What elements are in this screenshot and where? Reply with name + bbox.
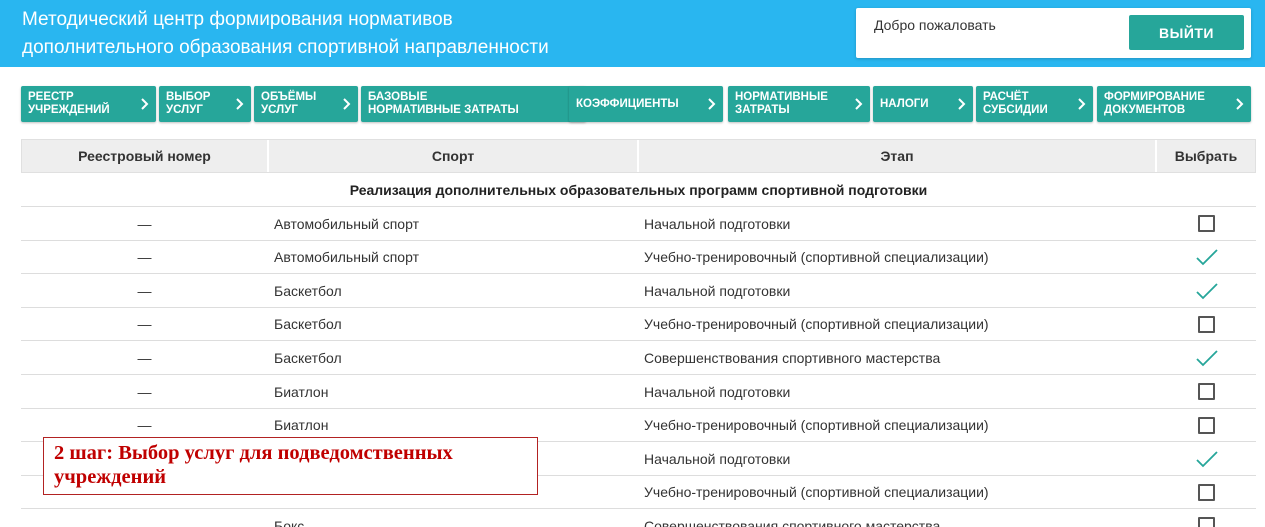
stage-cell: Совершенствования спортивного мастерства [644,517,941,527]
select-checkbox[interactable] [1198,215,1215,232]
stage-cell: Начальной подготовки [644,215,791,232]
nav-step-label: ФОРМИРОВАНИЕ ДОКУМЕНТОВ [1104,91,1205,116]
nav-step-label: БАЗОВЫЕ НОРМАТИВНЫЕ ЗАТРАТЫ [368,91,519,116]
stage-cell: Начальной подготовки [644,450,791,467]
welcome-text: Добро пожаловать [874,17,996,33]
sport-cell: Баскетбол [274,349,342,366]
table-row: — Автомобильный спорт Учебно-тренировочный… [21,241,1256,275]
user-panel: Добро пожаловать ВЫЙТИ [856,8,1251,58]
checkmark-icon[interactable] [1194,347,1220,369]
nav-step-label: НАЛОГИ [880,97,929,110]
registry-number-cell: — [137,282,152,299]
select-cell [1157,308,1256,341]
select-cell [1157,509,1256,527]
registry-number-cell: — [137,249,152,266]
select-checkbox[interactable] [1198,383,1215,400]
select-checkbox[interactable] [1198,416,1215,434]
table-row: — Баскетбол Начальной подготовки [21,274,1256,308]
nav-step-7[interactable]: НАЛОГИ [873,86,973,122]
nav-step-5[interactable]: КОЭФФИЦИЕНТЫ [569,86,723,122]
nav-step-label: КОЭФФИЦИЕНТЫ [576,97,679,110]
sport-cell: Автомобильный спорт [274,249,419,266]
nav-step-label: ОБЪЁМЫ УСЛУГ [261,91,317,116]
stage-cell: Учебно-тренировочный (спортивной специал… [644,316,989,333]
nav-step-label: РАСЧЁТ СУБСИДИИ [983,91,1048,116]
registry-number-cell: — [137,349,152,366]
step-annotation: 2 шаг: Выбор услуг для подведомственных … [43,437,538,495]
logout-button[interactable]: ВЫЙТИ [1129,15,1244,50]
select-checkbox[interactable] [1198,517,1215,527]
select-cell [1157,375,1256,408]
table-row: — Автомобильный спорт Начальной подготовки [21,207,1256,241]
column-header-registry-number: Реестровый номер [22,140,269,172]
group-title-row: Реализация дополнительных образовательны… [21,173,1256,207]
table-row: — Биатлон Начальной подготовки [21,375,1256,409]
select-cell [1157,341,1256,374]
app-title-line-1: Методический центр формирования норматив… [22,9,453,30]
stage-cell: Совершенствования спортивного мастерства [644,349,941,366]
column-header-sport: Спорт [269,140,639,172]
app-title-line-2: дополнительного образования спортивной н… [22,37,549,58]
nav-step-label: ВЫБОР УСЛУГ [166,91,211,116]
stage-cell: Учебно-тренировочный (спортивной специал… [644,417,989,434]
select-cell [1157,207,1256,240]
chevron-right-icon [1078,98,1086,110]
stage-cell: Учебно-тренировочный (спортивной специал… [644,484,989,501]
registry-number-cell: — [137,517,152,527]
checkmark-icon[interactable] [1194,448,1220,470]
chevron-right-icon [1236,98,1244,110]
nav-step-label: РЕЕСТР УЧРЕЖДЕНИЙ [28,91,110,116]
step-navigation: РЕЕСТР УЧРЕЖДЕНИЙ ВЫБОР УСЛУГ ОБЪЁМЫ УСЛУГ… [21,86,1251,122]
nav-step-2[interactable]: ВЫБОР УСЛУГ [159,86,251,122]
chevron-right-icon [855,98,863,110]
app-header: Методический центр формирования норматив… [0,0,1265,67]
select-checkbox[interactable] [1198,315,1215,333]
chevron-right-icon [958,98,966,110]
chevron-right-icon [236,98,244,110]
nav-step-label: НОРМАТИВНЫЕ ЗАТРАТЫ [735,91,828,116]
nav-step-1[interactable]: РЕЕСТР УЧРЕЖДЕНИЙ [21,86,156,122]
sport-cell: Биатлон [274,383,329,400]
column-header-stage: Этап [639,140,1157,172]
chevron-right-icon [343,98,351,110]
select-cell [1157,241,1256,274]
stage-cell: Начальной подготовки [644,383,791,400]
registry-number-cell: — [137,215,152,232]
nav-step-6[interactable]: НОРМАТИВНЫЕ ЗАТРАТЫ [728,86,870,122]
sport-cell: Автомобильный спорт [274,215,419,232]
select-cell [1157,274,1256,307]
checkmark-icon[interactable] [1194,246,1220,268]
sport-cell: Баскетбол [274,316,342,333]
table-row: — Баскетбол Учебно-тренировочный (спортивн… [21,308,1256,342]
select-checkbox[interactable] [1198,483,1215,501]
select-cell [1157,409,1256,442]
nav-step-4[interactable]: БАЗОВЫЕ НОРМАТИВНЫЕ ЗАТРАТЫ [361,86,586,122]
nav-step-3[interactable]: ОБЪЁМЫ УСЛУГ [254,86,358,122]
stage-cell: Начальной подготовки [644,282,791,299]
stage-cell: Учебно-тренировочный (спортивной специал… [644,249,989,266]
select-cell [1157,476,1256,509]
chevron-right-icon [141,98,149,110]
sport-cell: Баскетбол [274,282,342,299]
checkmark-icon[interactable] [1194,280,1220,302]
registry-number-cell: — [137,316,152,333]
registry-number-cell: — [137,383,152,400]
table-row: — Бокс Совершенствования спортивного масте… [21,509,1256,527]
nav-step-8[interactable]: РАСЧЁТ СУБСИДИИ [976,86,1093,122]
column-header-select: Выбрать [1174,148,1238,164]
app-title: Методический центр формирования норматив… [22,6,549,62]
nav-step-9[interactable]: ФОРМИРОВАНИЕ ДОКУМЕНТОВ [1097,86,1251,122]
sport-cell: Бокс [274,517,305,527]
select-cell [1157,442,1256,475]
table-row: — Баскетбол Совершенствования спортивного … [21,341,1256,375]
table-header: Реестровый номер Спорт Этап Выбрать [21,139,1256,173]
chevron-right-icon [708,98,716,110]
